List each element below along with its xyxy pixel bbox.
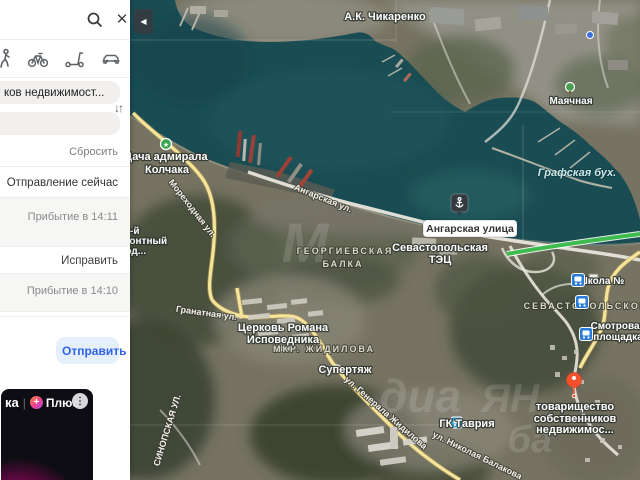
close-icon: ✕ (115, 11, 129, 28)
label-tsn: товарищество собственников недвижимос... (532, 400, 617, 437)
svg-text:авод...: авод... (130, 246, 146, 257)
label-church-1: Церковь Романа (238, 322, 329, 334)
tab-taxi[interactable] (99, 47, 123, 71)
ad-header: ка | + Плюс (5, 395, 79, 410)
walk-icon (0, 48, 10, 68)
poi-church[interactable]: Церковь Романа Исповедника (237, 321, 330, 347)
departure-time-selector[interactable]: Отправление сейчас (7, 177, 118, 189)
arrival-time-2: Прибытие в 14:10 (26, 285, 118, 297)
bus-stop-icon[interactable] (571, 273, 585, 287)
search-button[interactable] (84, 9, 106, 31)
fix-link[interactable]: Исправить (61, 255, 118, 267)
label-dacha-1: Дача адмирала (130, 151, 208, 163)
plus-logo-icon: + (29, 396, 43, 409)
stop-bubble-angarskaya[interactable]: Ангарская улица (422, 219, 518, 238)
svg-text:БАЛКА: БАЛКА (322, 259, 363, 269)
bus-stop-icon[interactable] (575, 295, 589, 309)
svg-text:площадка: площадка (593, 332, 640, 343)
route-option-row[interactable]: Прибытие в 14:10 (0, 273, 130, 312)
divider (0, 316, 130, 317)
poi-supertyazh[interactable]: Супертяж (317, 363, 373, 377)
app-window: М диа ЯН ба А.К. Чикаренко Маячная ★ Дач… (0, 0, 640, 480)
route-from-input[interactable] (0, 81, 120, 104)
label-mayachnaya: Маячная (549, 96, 592, 107)
svg-text:недвижимос...: недвижимос... (536, 424, 614, 436)
panel-header: ✕ (0, 0, 130, 40)
label-angarskaya-stop: Ангарская улица (426, 223, 514, 235)
ad-banner[interactable]: ка | + Плюс ⋮ (1, 389, 93, 480)
label-church-2: Исповедника (247, 334, 320, 346)
label-dacha-2: Колчака (145, 164, 190, 176)
divider (0, 166, 130, 167)
label-chikarenko: А.К. Чикаренко (344, 11, 426, 23)
map-canvas[interactable]: М диа ЯН ба А.К. Чикаренко Маячная ★ Дач… (75, 0, 640, 480)
poi-gk-tavria[interactable]: ГК Таврия (438, 416, 496, 431)
reset-link[interactable]: Сбросить (69, 146, 118, 158)
map-svg: М диа ЯН ба А.К. Чикаренко Маячная ★ Дач… (75, 0, 640, 480)
blue-dot-poi[interactable] (586, 31, 594, 39)
label-smotrovaya: Смотровая площадка (589, 320, 640, 344)
tree-trunk (569, 91, 571, 94)
svg-text:товарищество: товарищество (536, 401, 615, 413)
taxi-icon (102, 54, 120, 64)
ad-separator: | (22, 395, 26, 410)
arrival-time-1: Прибытие в 14:11 (27, 211, 118, 223)
svg-text:Севастопольская: Севастопольская (392, 242, 488, 254)
transport-mode-tabs (0, 40, 130, 78)
label-supertyazh: Супертяж (318, 364, 371, 376)
svg-text:Смотровая: Смотровая (591, 321, 640, 332)
bus-stop-icon[interactable] (579, 327, 593, 341)
route-option-row[interactable]: Прибытие в 14:11 (0, 197, 130, 247)
label-gk-tavria: ГК Таврия (439, 418, 494, 430)
tree-icon (564, 81, 576, 93)
more-dots-icon: ⋮ (75, 395, 85, 407)
svg-text:ТЭЦ: ТЭЦ (429, 254, 452, 266)
bike-icon (27, 52, 49, 68)
label-grafskaya-bay: Графская бух. (538, 167, 617, 179)
svg-text:ЯН: ЯН (480, 377, 540, 421)
star-glyph: ★ (163, 141, 169, 149)
tab-walk[interactable] (0, 47, 17, 71)
ad-brand-text: ка (5, 395, 19, 410)
submit-button[interactable]: Отправить (56, 337, 126, 364)
scooter-icon (65, 52, 84, 68)
tab-scooter[interactable] (63, 47, 87, 71)
tab-bike[interactable] (26, 47, 50, 71)
search-icon (87, 12, 102, 27)
svg-text:ГЕОРГИЕВСКАЯ: ГЕОРГИЕВСКАЯ (297, 246, 394, 256)
routes-panel: ✕ ков недвижимост... ↓↑ Сбросить Отправл… (0, 0, 130, 480)
route-to-input[interactable] (0, 112, 120, 135)
close-button[interactable]: ✕ (111, 8, 133, 30)
collapse-panel-button[interactable]: ◀ (134, 9, 153, 34)
collapse-arrow-icon: ◀ (140, 17, 147, 26)
ad-menu-button[interactable]: ⋮ (72, 393, 88, 409)
